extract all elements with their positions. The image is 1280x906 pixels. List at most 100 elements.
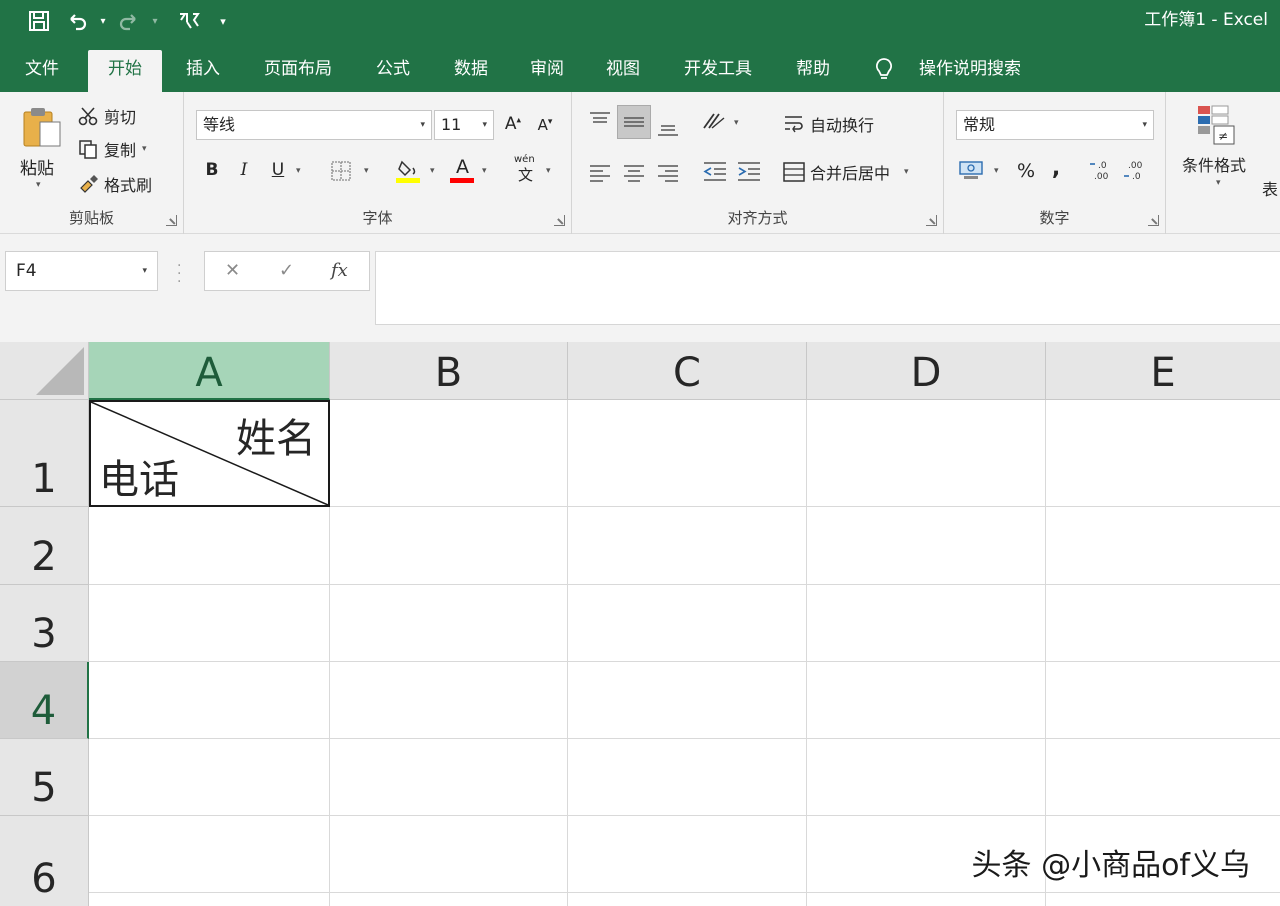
shrink-font-button[interactable]: A▾ [534, 116, 556, 134]
merge-center-icon [782, 161, 806, 183]
save-icon[interactable] [20, 0, 58, 42]
tab-data[interactable]: 数据 [440, 50, 502, 92]
decrease-decimal-icon[interactable]: .00.0 [1122, 158, 1152, 182]
orientation-dropdown-icon[interactable]: ▾ [734, 118, 739, 128]
chevron-down-icon: ▾ [142, 266, 147, 276]
align-right-icon[interactable] [656, 162, 680, 184]
column-header-e[interactable]: E [1046, 342, 1280, 400]
tab-home[interactable]: 开始 [88, 50, 162, 92]
row-header-1[interactable]: 1 [0, 400, 89, 507]
copy-button[interactable]: 复制 ▾ [78, 137, 147, 161]
font-launcher-icon[interactable] [554, 215, 565, 226]
touch-mode-icon[interactable] [170, 0, 208, 42]
accounting-format-button[interactable] [958, 158, 986, 186]
column-header-c[interactable]: C [568, 342, 807, 400]
undo-dropdown-icon[interactable]: ▾ [96, 0, 110, 42]
column-header-b[interactable]: B [330, 342, 568, 400]
text-orientation-icon [703, 113, 725, 129]
customize-icon[interactable]: ▾ [208, 0, 238, 42]
column-header-d[interactable]: D [807, 342, 1046, 400]
vertical-dots-icon[interactable]: · · · [177, 259, 181, 289]
tab-view[interactable]: 视图 [592, 50, 654, 92]
row-header-4[interactable]: 4 [0, 662, 89, 739]
conditional-formatting-icon: ≠ [1198, 105, 1235, 145]
cut-button[interactable]: 剪切 [78, 104, 136, 128]
name-box[interactable]: F4 ▾ [5, 251, 158, 291]
gridline [1045, 400, 1046, 906]
number-launcher-icon[interactable] [1148, 215, 1159, 226]
row-header-3[interactable]: 3 [0, 585, 89, 662]
underline-dropdown-icon[interactable]: ▾ [296, 166, 301, 176]
row-header-6[interactable]: 6 [0, 816, 89, 906]
fill-color-button[interactable] [396, 156, 422, 188]
tell-me-search[interactable]: 操作说明搜索 [904, 50, 1036, 92]
bold-button[interactable]: B [200, 160, 224, 180]
align-left-icon[interactable] [588, 162, 612, 184]
align-top-icon[interactable] [588, 110, 612, 132]
merge-dropdown-icon[interactable]: ▾ [904, 167, 909, 177]
alignment-launcher-icon[interactable] [926, 215, 937, 226]
tab-developer[interactable]: 开发工具 [672, 50, 764, 92]
borders-dropdown-icon[interactable]: ▾ [364, 166, 369, 176]
number-group-label: 数字 [1039, 209, 1070, 227]
orientation-button[interactable] [700, 110, 728, 138]
grow-font-button[interactable]: A▴ [502, 114, 524, 134]
tab-page-layout[interactable]: 页面布局 [252, 50, 344, 92]
select-all-button[interactable] [0, 342, 89, 400]
paste-button[interactable]: 粘贴 ▾ [14, 102, 70, 202]
phonetic-button[interactable]: wén 文 [514, 154, 540, 184]
clipboard-group: 粘贴 ▾ 剪切 复制 ▾ 格式刷 剪贴板 [0, 92, 184, 234]
check-icon[interactable]: ✓ [279, 252, 294, 290]
clipboard-group-label: 剪贴板 [68, 209, 114, 227]
column-header-a[interactable]: A [89, 342, 330, 400]
tab-file[interactable]: 文件 [14, 50, 70, 92]
phonetic-icon: 文 [518, 166, 534, 184]
font-group-label: 字体 [362, 209, 393, 227]
merge-center-button[interactable]: 合并后居中 ▾ [782, 160, 909, 184]
tab-formulas[interactable]: 公式 [362, 50, 424, 92]
font-color-button[interactable]: A [450, 156, 476, 184]
gridline [89, 661, 1280, 662]
font-name-combo[interactable]: 等线 ▾ [196, 110, 432, 140]
redo-icon[interactable] [110, 0, 148, 42]
phonetic-dropdown-icon[interactable]: ▾ [546, 166, 551, 176]
align-middle-button[interactable] [617, 105, 651, 139]
format-painter-button[interactable]: 格式刷 [78, 172, 152, 196]
align-bottom-icon[interactable] [656, 116, 680, 138]
merge-center-label: 合并后居中 [810, 164, 891, 183]
row-header-5[interactable]: 5 [0, 739, 89, 816]
undo-icon[interactable] [58, 0, 96, 42]
font-size-value: 11 [441, 115, 462, 134]
tab-insert[interactable]: 插入 [172, 50, 234, 92]
increase-indent-icon[interactable] [736, 160, 762, 182]
fill-color-dropdown-icon[interactable]: ▾ [430, 166, 435, 176]
align-center-icon[interactable] [622, 162, 646, 184]
percent-button[interactable]: % [1014, 160, 1038, 182]
align-middle-icon [624, 117, 644, 127]
decrease-indent-icon[interactable] [702, 160, 728, 182]
tab-help[interactable]: 帮助 [782, 50, 844, 92]
insert-function-icon[interactable]: fx [331, 252, 348, 290]
copy-dropdown-icon[interactable]: ▾ [142, 144, 147, 154]
cancel-icon[interactable]: ✕ [225, 252, 240, 290]
italic-button[interactable]: I [232, 160, 256, 180]
tab-review[interactable]: 审阅 [516, 50, 578, 92]
increase-decimal-icon[interactable]: .0.00 [1088, 158, 1118, 182]
name-box-value: F4 [16, 261, 37, 281]
font-color-dropdown-icon[interactable]: ▾ [482, 166, 487, 176]
svg-text:.0: .0 [1098, 161, 1107, 171]
cell-a1[interactable]: 姓名 电话 [89, 400, 330, 507]
accounting-dropdown-icon[interactable]: ▾ [994, 166, 999, 176]
formula-input[interactable] [375, 251, 1280, 325]
font-size-combo[interactable]: 11 ▾ [434, 110, 494, 140]
number-format-combo[interactable]: 常规 ▾ [956, 110, 1154, 140]
format-as-table-partial[interactable]: 表 [1262, 176, 1278, 200]
conditional-formatting-button[interactable]: ≠ 条件格式 ▾ [1172, 100, 1262, 210]
comma-button[interactable]: , [1046, 156, 1066, 181]
row-header-2[interactable]: 2 [0, 507, 89, 585]
underline-button[interactable]: U [266, 160, 290, 180]
wrap-text-button[interactable]: 自动换行 [782, 112, 874, 136]
clipboard-launcher-icon[interactable] [166, 215, 177, 226]
borders-button[interactable] [330, 160, 352, 186]
redo-dropdown-icon[interactable]: ▾ [148, 0, 162, 42]
